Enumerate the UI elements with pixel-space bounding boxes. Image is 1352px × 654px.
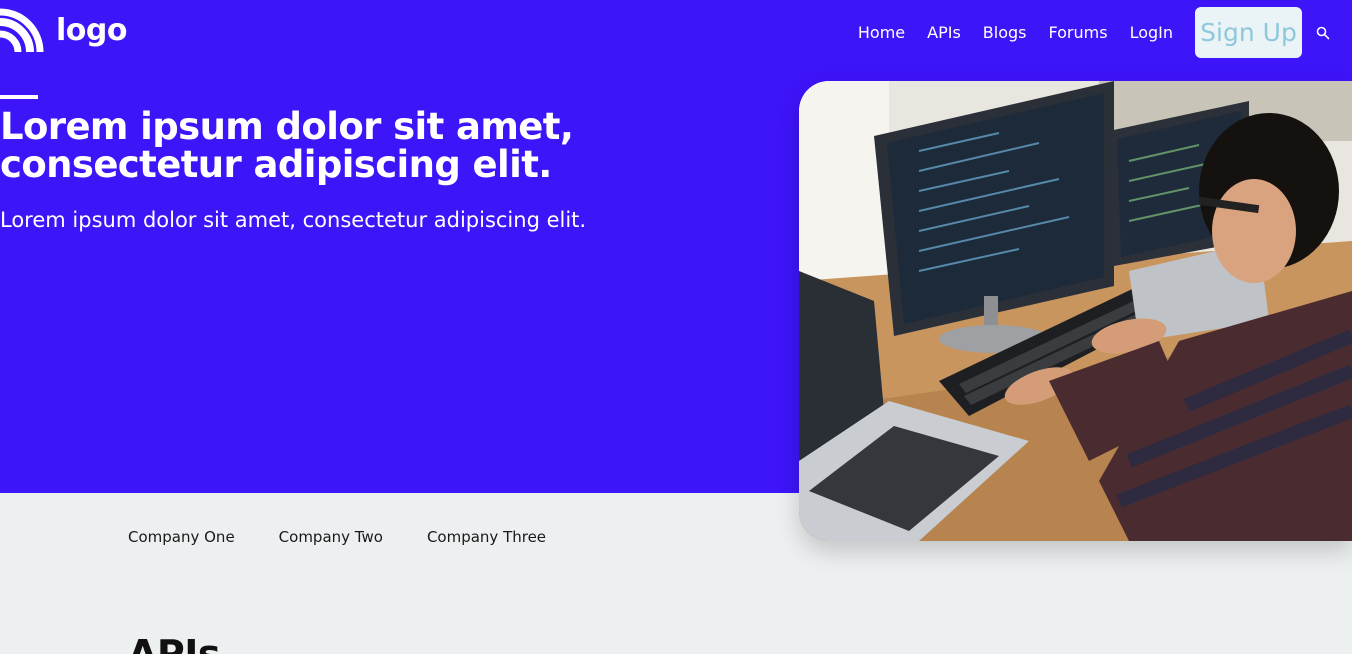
hero-subtitle: Lorem ipsum dolor sit amet, consectetur … [0,208,587,232]
nav-blogs[interactable]: Blogs [983,23,1027,42]
nav-apis[interactable]: APIs [927,23,961,42]
hero-accent-line [0,95,38,99]
search-icon[interactable] [1316,26,1330,40]
developer-photo [799,81,1352,541]
landing-page: logo Home APIs Blogs Forums LogIn Sign U… [0,0,1352,654]
nav-login[interactable]: LogIn [1130,23,1173,42]
main-nav: Home APIs Blogs Forums LogIn Sign Up [858,7,1330,58]
logo[interactable]: logo [0,8,127,52]
company-item: Company Three [426,528,547,546]
signup-button[interactable]: Sign Up [1195,7,1302,58]
logo-text: logo [56,12,127,48]
company-item: Company One [128,528,235,546]
companies-row: Company One Company Two Company Three [128,528,590,546]
company-item: Company Two [278,528,383,546]
nav-forums[interactable]: Forums [1049,23,1108,42]
section-heading: APIs [128,632,221,654]
nav-home[interactable]: Home [858,23,905,42]
hero-title: Lorem ipsum dolor sit amet, consectetur … [0,105,574,186]
hero-image [799,81,1352,541]
logo-icon [0,8,44,52]
